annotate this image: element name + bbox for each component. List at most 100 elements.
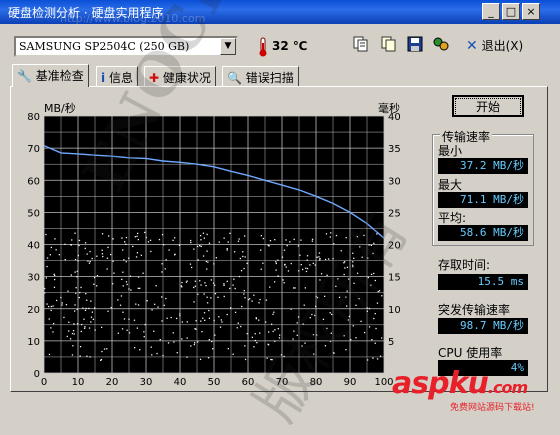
- access-time-point: [243, 267, 245, 270]
- access-time-point: [203, 312, 206, 314]
- tab-benchmark[interactable]: 🔧 基准检查: [12, 64, 89, 87]
- access-time-point: [329, 236, 331, 238]
- access-time-point: [119, 304, 122, 306]
- tab-health[interactable]: ✚ 健康状况: [144, 66, 216, 86]
- minimize-button[interactable]: _: [482, 3, 500, 20]
- access-time-point: [128, 332, 131, 334]
- access-time-point: [68, 321, 70, 323]
- access-time-point: [142, 272, 144, 274]
- start-label: 开始: [455, 98, 521, 116]
- access-time-point: [325, 233, 328, 235]
- maximize-button[interactable]: □: [502, 3, 520, 20]
- drive-select[interactable]: SAMSUNG SP2504C (250 GB) ▼: [14, 36, 238, 57]
- access-time-point: [274, 239, 276, 241]
- access-time-point: [315, 305, 317, 308]
- access-time-point: [215, 257, 217, 259]
- access-time-point: [197, 245, 199, 248]
- access-time-point: [370, 284, 372, 286]
- access-time-point: [45, 277, 47, 279]
- access-time-point: [60, 296, 62, 299]
- access-time-point: [364, 331, 366, 334]
- access-time-point: [259, 298, 261, 301]
- access-time-point: [253, 294, 255, 296]
- magnifier-icon: 🔍: [227, 71, 242, 85]
- access-time-point: [374, 342, 376, 344]
- access-time-point: [203, 293, 205, 295]
- access-time-point: [117, 299, 119, 301]
- access-time-point: [246, 262, 248, 264]
- access-time-point: [68, 330, 70, 332]
- access-time-point: [206, 268, 208, 270]
- access-time-point: [96, 255, 98, 257]
- access-time-point: [273, 311, 275, 313]
- access-time-point: [101, 326, 103, 328]
- access-time-point: [193, 301, 195, 303]
- access-time-point: [194, 280, 196, 282]
- access-time-point: [324, 345, 327, 347]
- access-time-point: [205, 285, 207, 287]
- access-time-point: [190, 241, 192, 244]
- access-time-point: [170, 316, 172, 319]
- close-button[interactable]: ×: [522, 3, 540, 20]
- access-time-point: [162, 354, 164, 357]
- access-time-point: [313, 353, 315, 355]
- access-time-point: [84, 242, 87, 244]
- access-time-point: [172, 239, 174, 241]
- y-left-tick-label: 20: [27, 305, 40, 316]
- access-time-point: [374, 279, 376, 282]
- access-time-point: [274, 329, 276, 331]
- access-time-point: [352, 325, 354, 327]
- access-time-point: [366, 310, 368, 312]
- access-time-point: [226, 248, 228, 250]
- access-time-point: [199, 235, 202, 237]
- access-time-point: [71, 332, 74, 335]
- access-time-point: [366, 307, 368, 309]
- access-time-point: [280, 354, 283, 356]
- access-time-point: [299, 254, 301, 256]
- access-time-point: [284, 264, 286, 266]
- copy-button[interactable]: [350, 36, 372, 56]
- tab-label: 信息: [108, 71, 133, 85]
- access-time-point: [241, 305, 243, 308]
- options-button[interactable]: [430, 36, 452, 56]
- access-time-point: [69, 338, 72, 340]
- access-time-point: [161, 263, 163, 265]
- x-tick-label: 20: [106, 377, 119, 386]
- access-time-point: [260, 235, 262, 237]
- exit-button[interactable]: ✕ 退出(X): [466, 36, 523, 56]
- access-time-point: [137, 238, 139, 241]
- access-time-point: [330, 332, 332, 334]
- access-time-point: [254, 339, 256, 342]
- access-time-point: [174, 254, 176, 256]
- access-time-point: [137, 304, 140, 306]
- access-time-point: [65, 304, 68, 306]
- chevron-down-icon[interactable]: ▼: [220, 38, 236, 55]
- access-time-point: [202, 232, 205, 234]
- access-time-point: [50, 305, 52, 308]
- access-time-point: [306, 255, 309, 257]
- access-time-point: [74, 232, 76, 234]
- access-time-point: [48, 318, 50, 320]
- access-time-point: [120, 295, 123, 297]
- access-time-point: [204, 319, 206, 321]
- access-time-point: [154, 303, 156, 305]
- access-time-point: [48, 353, 51, 356]
- access-time-point: [112, 260, 114, 262]
- access-time-point: [93, 276, 96, 279]
- tab-error-scan[interactable]: 🔍 错误扫描: [222, 66, 299, 86]
- access-time-point: [165, 259, 167, 261]
- burst-rate-label: 突发传输速率: [438, 303, 511, 317]
- start-button[interactable]: 开始: [452, 95, 524, 117]
- access-time-point: [314, 314, 316, 317]
- access-time-point: [306, 267, 309, 270]
- tab-info[interactable]: i 信息: [96, 66, 138, 86]
- temperature-value: 32 ℃: [272, 39, 308, 53]
- access-time-point: [48, 305, 50, 308]
- access-time-point: [309, 264, 311, 266]
- access-time-point: [322, 318, 325, 320]
- save-button[interactable]: [404, 36, 426, 56]
- copy-all-button[interactable]: [378, 36, 400, 56]
- access-time-point: [56, 299, 58, 302]
- access-time-point: [200, 284, 202, 286]
- access-time-point: [202, 255, 205, 257]
